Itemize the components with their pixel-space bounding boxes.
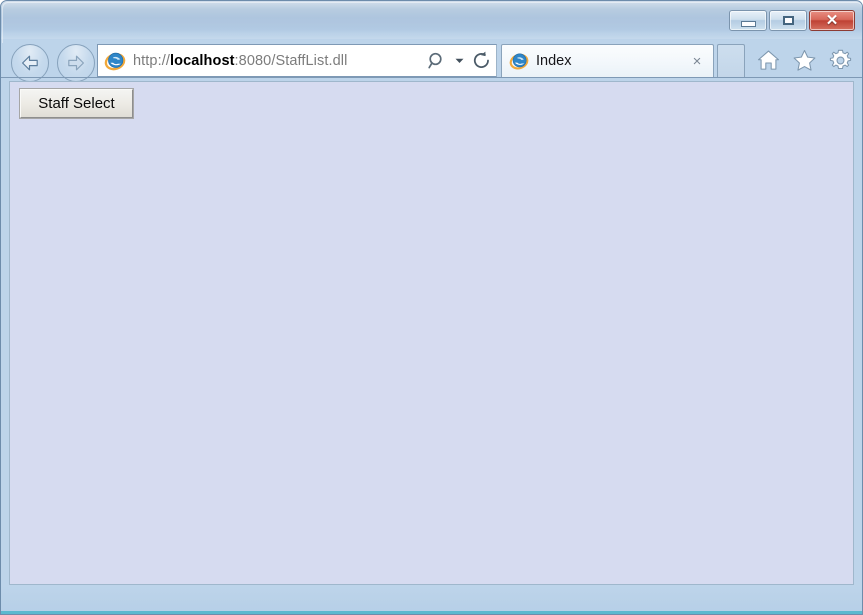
refresh-button[interactable] [466,45,496,76]
tab-close-button[interactable]: × [686,50,708,72]
maximize-icon [782,16,794,25]
gear-icon [829,49,851,70]
internet-explorer-icon [104,52,126,70]
url-path: :8080/StaffList.dll [234,52,348,69]
page-document: Staff Select [10,82,853,584]
toolbar-separator [1,77,862,78]
close-icon: ✕ [825,12,839,29]
new-tab-button[interactable] [717,44,745,77]
chevron-down-icon [455,58,463,63]
forward-arrow-icon [68,55,84,71]
favorites-button[interactable] [788,45,820,76]
back-arrow-icon [22,55,38,71]
search-dropdown-button[interactable] [452,55,466,66]
refresh-icon [473,51,489,68]
window-bottom-edge [1,611,862,614]
home-button[interactable] [752,45,784,76]
url-text: http://localhost:8080/StaffList.dll [133,53,422,69]
maximize-button[interactable] [769,10,807,31]
window-controls: ✕ [729,10,855,31]
page-viewport: Staff Select [9,81,854,585]
staff-select-button[interactable]: Staff Select [19,88,134,119]
internet-explorer-icon [509,53,529,70]
home-icon [757,50,779,70]
close-button[interactable]: ✕ [809,10,855,31]
address-bar[interactable]: http://localhost:8080/StaffList.dll [97,44,497,77]
url-scheme: http:// [133,52,170,69]
url-host: localhost [169,52,235,69]
minimize-icon [740,20,756,27]
tab-label: Index [536,53,572,69]
search-button[interactable] [422,45,452,76]
browser-window: ✕ http://localhost:8080/StaffList.dll In… [0,0,863,615]
tools-button[interactable] [824,45,856,76]
star-icon [793,49,815,71]
tab-index[interactable]: Index × [501,44,714,77]
minimize-button[interactable] [729,10,767,31]
status-bar [1,586,862,614]
search-icon [428,52,442,68]
command-bar [752,45,856,76]
